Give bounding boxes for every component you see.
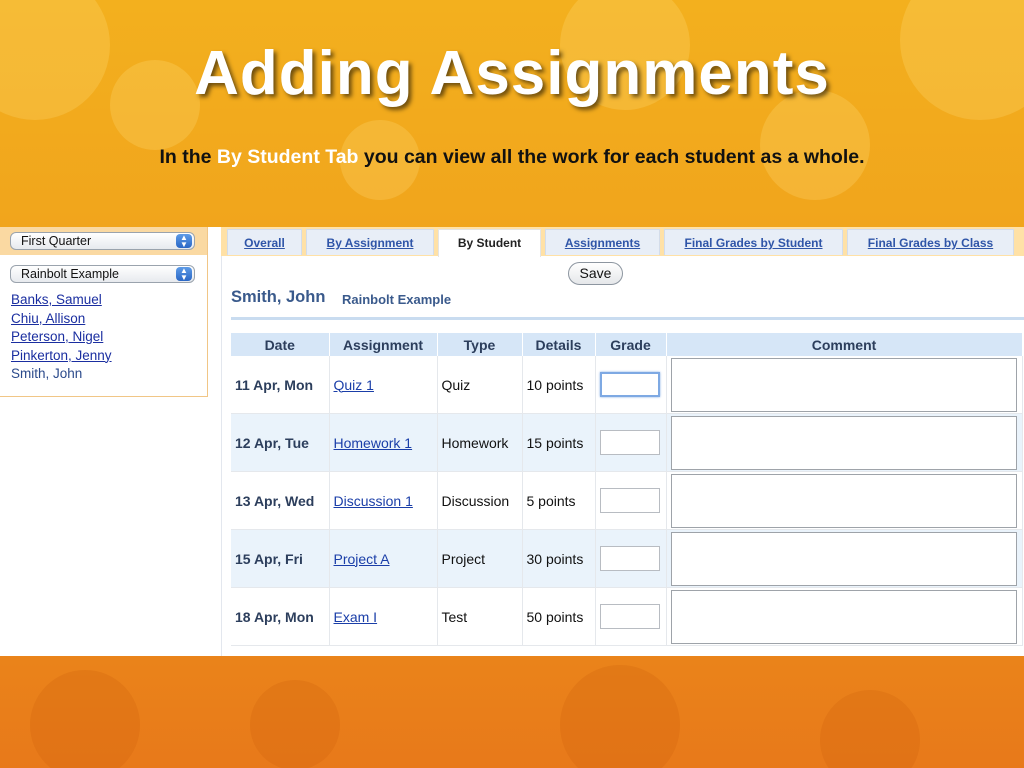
assignment-cell: Exam I <box>329 587 438 646</box>
date-cell: 11 Apr, Mon <box>231 356 330 414</box>
column-header: Assignment <box>329 333 438 356</box>
date-cell: 13 Apr, Wed <box>231 471 330 530</box>
grades-table: Date Assignment Type Details Grade Comme… <box>231 333 1023 646</box>
details-cell: 10 points <box>522 356 596 414</box>
current-student: Smith, John <box>11 366 83 381</box>
select-arrows-icon: ▲ ▼ <box>176 267 192 282</box>
quarter-select-value: First Quarter <box>21 234 92 248</box>
tab-final-grades-by-student[interactable]: Final Grades by Student <box>664 229 843 255</box>
column-header: Date <box>231 333 330 356</box>
comment-cell <box>666 356 1023 414</box>
grade-input[interactable] <box>599 430 660 455</box>
grade-cell <box>595 413 667 472</box>
comment-textarea[interactable] <box>670 531 1017 586</box>
student-link[interactable]: Chiu, Allison <box>11 310 112 329</box>
save-button[interactable]: Save <box>568 262 623 285</box>
grade-cell <box>595 529 667 588</box>
grade-input[interactable] <box>599 546 660 571</box>
grade-input[interactable] <box>599 604 660 629</box>
type-cell: Project <box>437 529 523 588</box>
assignment-link[interactable]: Discussion 1 <box>334 493 413 509</box>
subtitle-highlight: By Student Tab <box>216 146 359 168</box>
tab-final-grades-by-class[interactable]: Final Grades by Class <box>847 229 1014 255</box>
tab-by-student[interactable]: By Student <box>438 229 541 257</box>
details-cell: 30 points <box>522 529 596 588</box>
student-sidebar: First Quarter ▲ ▼ Rainbolt Example ▲ ▼ Ban… <box>0 227 208 397</box>
student-list: Banks, Samuel Chiu, Allison Peterson, Ni… <box>11 291 112 384</box>
class-name-label: Rainbolt Example <box>342 292 452 307</box>
comment-cell <box>666 587 1023 646</box>
type-cell: Quiz <box>437 356 523 414</box>
tab-assignments[interactable]: Assignments <box>545 229 660 255</box>
details-cell: 5 points <box>522 471 596 530</box>
assignment-cell: Quiz 1 <box>329 356 438 414</box>
type-cell: Homework <box>437 413 523 472</box>
details-cell: 50 points <box>522 587 596 646</box>
column-header: Grade <box>595 333 667 356</box>
table-row: 18 Apr, Mon Exam I Test 50 points <box>231 587 1023 646</box>
column-header: Comment <box>666 333 1023 356</box>
student-link[interactable]: Banks, Samuel <box>11 291 112 310</box>
grade-input[interactable] <box>599 488 660 513</box>
assignment-link[interactable]: Exam I <box>334 609 378 625</box>
class-select-value: Rainbolt Example <box>21 267 119 281</box>
assignment-link[interactable]: Quiz 1 <box>334 377 374 393</box>
type-cell: Test <box>437 587 523 646</box>
select-arrows-icon: ▲ ▼ <box>176 234 192 249</box>
grade-input[interactable] <box>599 372 660 397</box>
subtitle-suffix: you can view all the work for each stude… <box>358 146 865 168</box>
assignment-cell: Homework 1 <box>329 413 438 472</box>
details-cell: 15 points <box>522 413 596 472</box>
column-header: Type <box>437 333 523 356</box>
grade-cell <box>595 471 667 530</box>
student-link[interactable]: Peterson, Nigel <box>11 328 112 347</box>
grade-cell <box>595 587 667 646</box>
date-cell: 12 Apr, Tue <box>231 413 330 472</box>
date-cell: 18 Apr, Mon <box>231 587 330 646</box>
student-link[interactable]: Pinkerton, Jenny <box>11 347 112 366</box>
comment-textarea[interactable] <box>670 415 1017 470</box>
table-row: 15 Apr, Fri Project A Project 30 points <box>231 529 1023 588</box>
content-divider <box>221 256 222 656</box>
quarter-select[interactable]: First Quarter ▲ ▼ <box>10 232 195 250</box>
date-cell: 15 Apr, Fri <box>231 529 330 588</box>
table-header-row: Date Assignment Type Details Grade Comme… <box>231 333 1023 356</box>
slide-subtitle: In the By Student Tab you can view all t… <box>0 146 1024 169</box>
subtitle-prefix: In the <box>159 146 217 168</box>
comment-textarea[interactable] <box>670 589 1017 644</box>
table-row: 13 Apr, Wed Discussion 1 Discussion 5 po… <box>231 471 1023 530</box>
gradebook-screenshot: First Quarter ▲ ▼ Rainbolt Example ▲ ▼ Ban… <box>0 227 1024 656</box>
assignment-cell: Discussion 1 <box>329 471 438 530</box>
comment-cell <box>666 471 1023 530</box>
header-rule <box>231 317 1024 320</box>
table-row: 12 Apr, Tue Homework 1 Homework 15 point… <box>231 413 1023 472</box>
assignment-link[interactable]: Homework 1 <box>334 435 413 451</box>
grade-cell <box>595 356 667 414</box>
tab-by-assignment[interactable]: By Assignment <box>306 229 434 255</box>
column-header: Details <box>522 333 596 356</box>
comment-textarea[interactable] <box>670 473 1017 528</box>
assignment-link[interactable]: Project A <box>334 551 390 567</box>
table-row: 11 Apr, Mon Quiz 1 Quiz 10 points <box>231 356 1023 414</box>
student-name-heading: Smith, John <box>231 288 326 306</box>
assignment-cell: Project A <box>329 529 438 588</box>
comment-cell <box>666 529 1023 588</box>
slide-title: Adding Assignments <box>194 39 830 108</box>
class-select[interactable]: Rainbolt Example ▲ ▼ <box>10 265 195 283</box>
comment-cell <box>666 413 1023 472</box>
type-cell: Discussion <box>437 471 523 530</box>
tab-overall[interactable]: Overall <box>227 229 302 255</box>
comment-textarea[interactable] <box>670 357 1017 412</box>
